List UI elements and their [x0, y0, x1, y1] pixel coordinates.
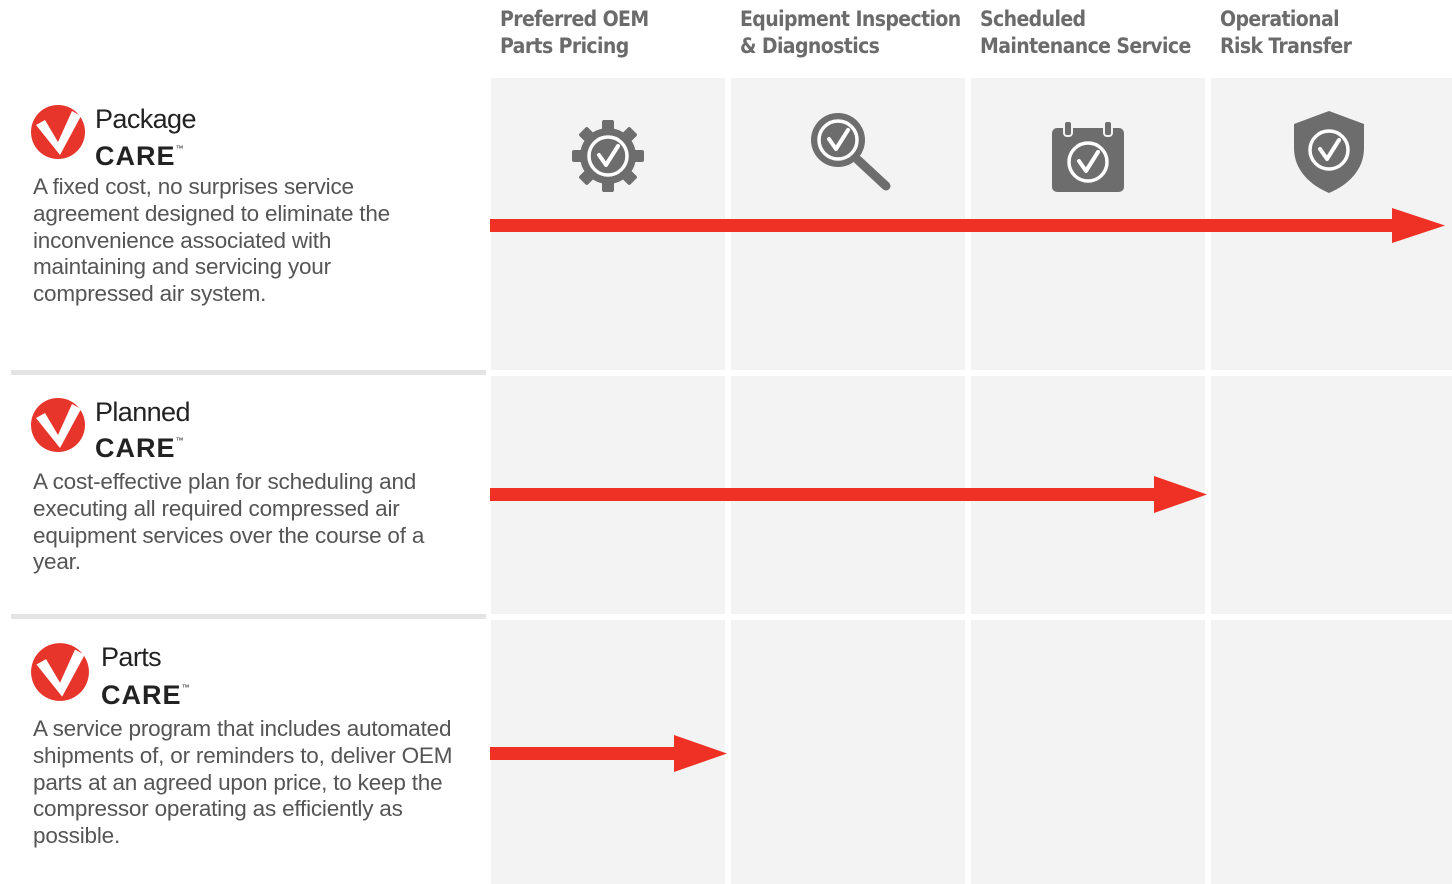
trademark-symbol: ™: [181, 683, 190, 692]
column-header-line2: & Diagnostics: [740, 34, 880, 58]
plan-name: Parts: [101, 642, 162, 672]
plan-description: A fixed cost, no surprises service agree…: [33, 174, 390, 307]
parts-care-logo: Parts CARE™: [30, 642, 230, 710]
column-header-maintenance: Scheduled Maintenance Service: [980, 6, 1210, 60]
column-header-line1: Scheduled: [980, 7, 1086, 31]
grid-cell: [971, 620, 1205, 884]
shield-check-icon: [1294, 111, 1364, 193]
gear-check-icon: [572, 120, 644, 192]
row-divider: [11, 370, 486, 375]
column-header-line1: Preferred OEM: [500, 7, 649, 31]
trademark-symbol: ™: [175, 144, 184, 153]
column-header-line2: Maintenance Service: [980, 34, 1191, 58]
grid-cell: [1211, 620, 1452, 884]
plan-care-wordmark: CARE™: [95, 134, 184, 171]
care-check-logo-icon: [31, 398, 85, 452]
care-label: CARE: [101, 680, 182, 710]
grid-cell: [1211, 376, 1452, 614]
care-label: CARE: [95, 433, 176, 463]
plan-description: A cost-effective plan for scheduling and…: [33, 469, 425, 575]
column-header-line1: Equipment Inspection: [740, 7, 961, 31]
coverage-arrow-planned-care: [490, 476, 1207, 513]
column-header-line1: Operational: [1220, 7, 1340, 31]
trademark-symbol: ™: [175, 436, 184, 445]
plan-care-wordmark: CARE™: [101, 673, 190, 710]
care-check-logo-icon: [31, 643, 89, 701]
magnifier-check-icon: [811, 113, 891, 191]
package-care-logo: Package CARE™: [30, 104, 230, 171]
plan-description: A service program that includes automate…: [33, 716, 453, 849]
calendar-check-icon: [1052, 120, 1124, 192]
column-header-parts-pricing: Preferred OEM Parts Pricing: [500, 6, 730, 60]
column-header-inspection: Equipment Inspection & Diagnostics: [740, 6, 970, 60]
grid-cell: [731, 620, 965, 884]
plan-name: Planned: [95, 397, 190, 427]
care-label: CARE: [95, 141, 176, 171]
column-header-risk-transfer: Operational Risk Transfer: [1220, 6, 1450, 60]
column-header-line2: Risk Transfer: [1220, 34, 1352, 58]
planned-care-logo: Planned CARE™: [30, 397, 230, 463]
coverage-arrow-parts-care: [490, 735, 727, 772]
plan-name: Package: [95, 104, 196, 134]
row-divider: [11, 614, 486, 619]
coverage-arrow-package-care: [490, 208, 1445, 243]
column-header-line2: Parts Pricing: [500, 34, 629, 58]
care-check-logo-icon: [31, 105, 85, 159]
plan-care-wordmark: CARE™: [95, 426, 184, 463]
